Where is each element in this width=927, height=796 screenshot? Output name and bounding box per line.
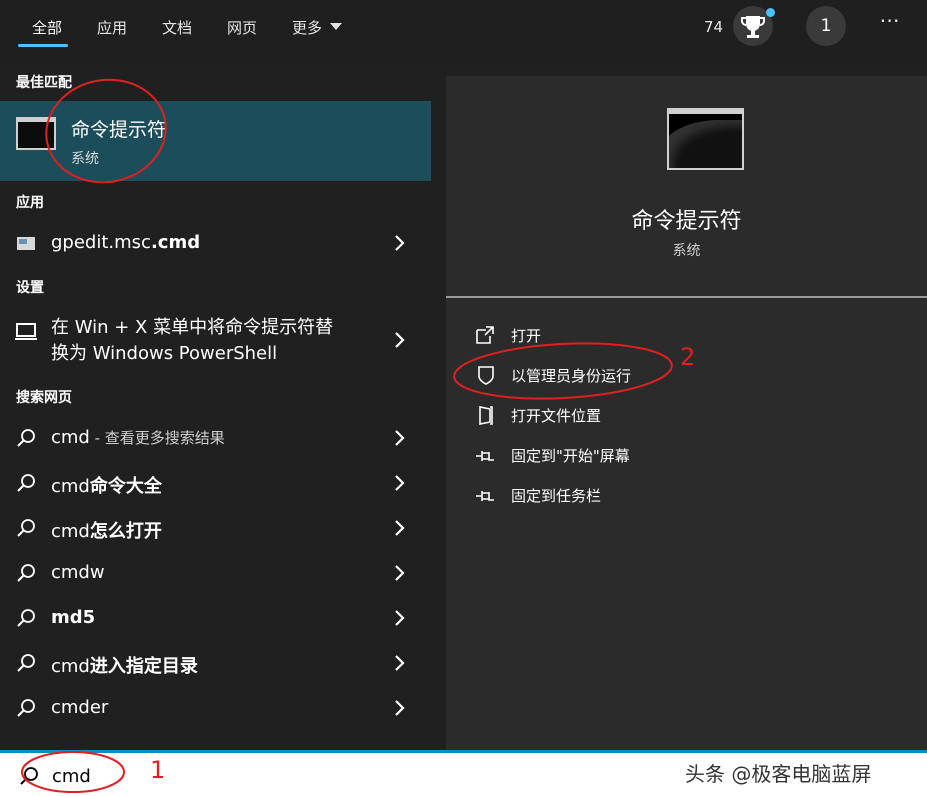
divider: [446, 296, 927, 298]
section-web: 搜索网页: [16, 390, 72, 406]
tab-apps[interactable]: 应用: [97, 17, 127, 38]
best-match-title: 命令提示符: [71, 119, 167, 141]
command-prompt-icon: [667, 108, 744, 170]
preview-panel: 命令提示符 系统 打开 以管理员身份运行 打开文件位置 固定到"开始"屏幕 固定…: [446, 76, 927, 750]
web-result-label: cmd进入指定目录: [51, 656, 198, 677]
pin-icon: [476, 491, 494, 501]
app-result-gpedit[interactable]: gpedit.msc.cmd: [0, 222, 431, 266]
top-bar: 全部 应用 文档 网页 更多 74 1 ⋯: [0, 0, 927, 58]
tab-more[interactable]: 更多: [292, 17, 343, 38]
best-match-item[interactable]: [0, 101, 431, 181]
laptop-settings-icon: [15, 323, 37, 340]
action-pin-to-start-label: 固定到"开始"屏幕: [511, 447, 630, 465]
web-result[interactable]: cmd怎么打开: [0, 507, 431, 551]
web-result[interactable]: cmd命令大全: [0, 462, 431, 506]
tab-documents[interactable]: 文档: [162, 17, 192, 38]
search-icon: [17, 699, 35, 717]
web-result-label: md5: [51, 607, 96, 628]
annotation-number-1: 1: [150, 756, 166, 784]
action-open-label: 打开: [511, 327, 542, 345]
search-icon: [17, 474, 35, 492]
shield-icon: [478, 366, 494, 385]
search-icon: [17, 609, 35, 627]
search-bar: 头条 @极客电脑蓝屏: [0, 750, 927, 796]
web-result[interactable]: cmd - 查看更多搜索结果: [0, 417, 431, 461]
chevron-right-icon[interactable]: [393, 329, 407, 351]
web-result-label: cmdw: [51, 562, 105, 583]
chevron-right-icon[interactable]: [393, 232, 407, 254]
chevron-right-icon[interactable]: [393, 607, 407, 629]
chevron-right-icon[interactable]: [393, 517, 407, 539]
chevron-right-icon[interactable]: [393, 652, 407, 674]
section-best-match: 最佳匹配: [16, 75, 72, 91]
rewards-points: 74: [704, 18, 724, 36]
best-match-subtitle: 系统: [71, 151, 99, 167]
web-result-label: cmd - 查看更多搜索结果: [51, 427, 225, 448]
app-icon: [17, 237, 35, 250]
command-prompt-icon: [16, 117, 56, 150]
tab-more-label: 更多: [292, 19, 323, 37]
tab-all[interactable]: 全部: [32, 17, 62, 38]
more-options-button[interactable]: ⋯: [876, 8, 904, 36]
search-icon: [17, 429, 35, 447]
settings-result-label: 在 Win + X 菜单中将命令提示符替 换为 Windows PowerShe…: [51, 317, 334, 364]
search-icon: [17, 654, 35, 672]
chevron-down-icon: [330, 23, 343, 30]
action-pin-to-taskbar-label: 固定到任务栏: [511, 487, 602, 505]
action-run-as-admin-label: 以管理员身份运行: [511, 367, 632, 385]
search-icon: [20, 767, 38, 785]
search-input[interactable]: [50, 761, 654, 791]
search-icon: [17, 519, 35, 537]
settings-result[interactable]: 在 Win + X 菜单中将命令提示符替 换为 Windows PowerShe…: [0, 312, 431, 368]
web-result[interactable]: cmder: [0, 687, 431, 731]
watermark: 头条 @极客电脑蓝屏: [685, 762, 872, 786]
preview-title: 命令提示符: [631, 209, 742, 234]
search-icon: [17, 564, 35, 582]
chevron-right-icon[interactable]: [393, 427, 407, 449]
notification-dot: [766, 8, 775, 17]
web-result[interactable]: cmdw: [0, 552, 431, 596]
chevron-right-icon[interactable]: [393, 472, 407, 494]
active-tab-indicator: [18, 44, 68, 47]
tab-web[interactable]: 网页: [227, 17, 257, 38]
annotation-number-2: 2: [680, 343, 696, 371]
folder-icon: [479, 406, 493, 425]
web-result-label: cmd怎么打开: [51, 521, 162, 542]
section-settings: 设置: [16, 280, 44, 296]
results-panel: 最佳匹配 命令提示符 系统 应用 gpedit.msc.cmd 设置 在 Win…: [0, 58, 431, 750]
app-result-label: gpedit.msc.cmd: [51, 232, 201, 253]
web-result[interactable]: cmd进入指定目录: [0, 642, 431, 686]
account-avatar[interactable]: 1: [806, 6, 846, 46]
preview-subtitle: 系统: [672, 243, 701, 259]
pin-icon: [476, 451, 494, 461]
action-open-file-location-label: 打开文件位置: [511, 407, 602, 425]
web-result[interactable]: md5: [0, 597, 431, 641]
web-result-label: cmd命令大全: [51, 476, 162, 497]
chevron-right-icon[interactable]: [393, 562, 407, 584]
chevron-right-icon[interactable]: [393, 697, 407, 719]
open-icon: [476, 326, 494, 344]
section-apps: 应用: [16, 195, 44, 211]
web-result-label: cmder: [51, 697, 109, 718]
